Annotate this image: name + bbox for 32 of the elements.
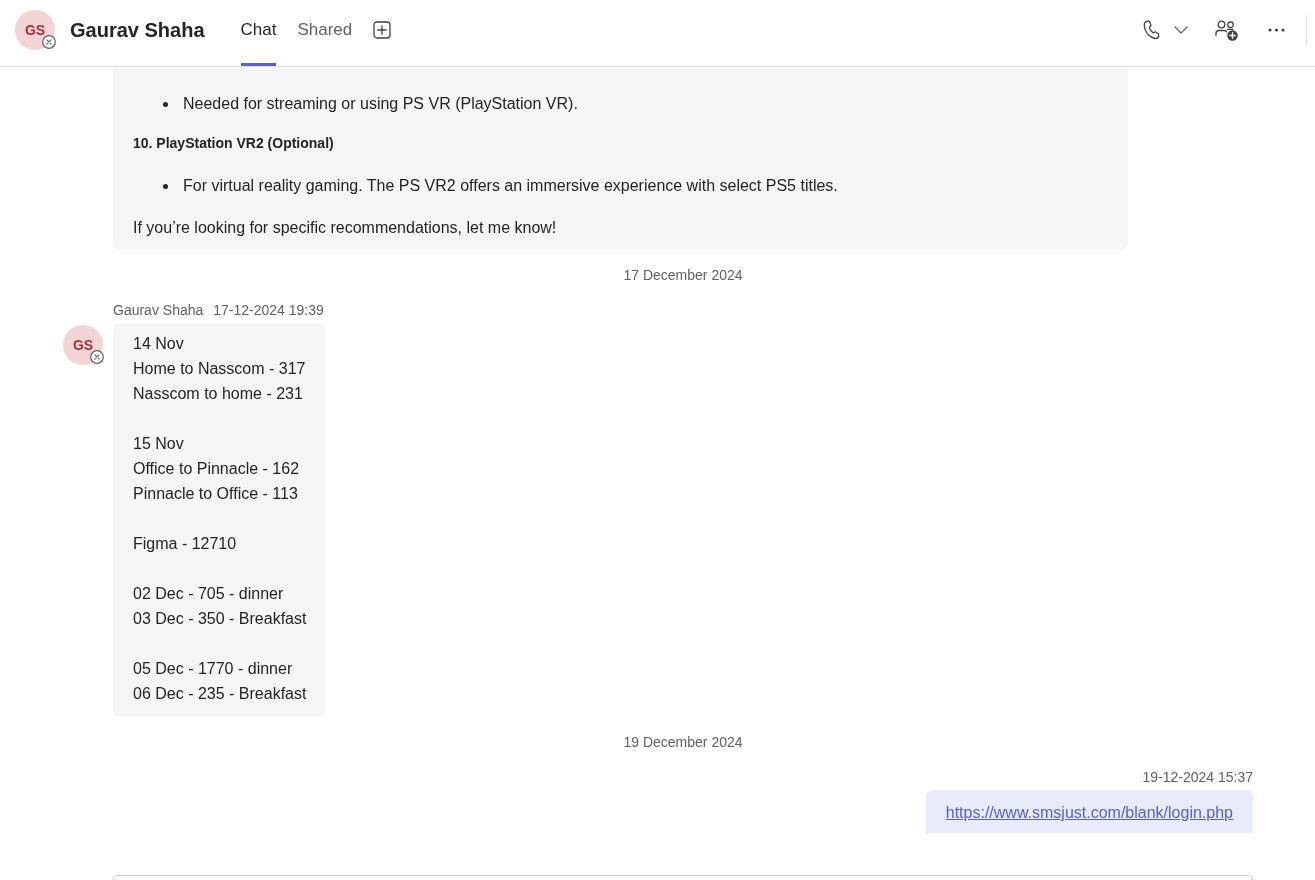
section-heading: 10. PlayStation VR2 (Optional) (133, 134, 335, 153)
more-options-button[interactable] (1268, 28, 1285, 32)
message-text: 14 Nov Home to Nasscom - 317 Nasscom to home - 231 (133, 334, 307, 404)
circled-x-icon (42, 35, 56, 49)
message-text: 15 Nov Office to Pinnacle - 162 Pinnacle to Office - 113 (133, 434, 301, 504)
list-item-text: For virtual reality gaming. The PS VR2 offers an immersive experience with select PS5 titles. (183, 176, 838, 196)
message-text: If you’re looking for specific recommendations, let me know! (133, 218, 558, 238)
plus-square-icon (373, 21, 392, 39)
ellipsis-icon (1268, 28, 1285, 32)
message-time: 19-12-2024 15:37 (1142, 768, 1253, 787)
add-tab-button[interactable] (373, 21, 392, 39)
circled-x-icon (90, 350, 104, 364)
phone-icon (1143, 20, 1161, 40)
chevron-down-icon (1174, 26, 1188, 34)
avatar: GS (15, 10, 55, 50)
date-label: 19 December 2024 (623, 733, 743, 752)
bullet-icon (163, 183, 168, 189)
message-text: Figma - 12710 (133, 534, 238, 554)
message-time: 17-12-2024 19:39 (213, 301, 324, 320)
avatar: GS (63, 325, 103, 365)
call-button[interactable] (1143, 20, 1188, 40)
list-item-text: Needed for streaming or using PS VR (PlayStation VR). (183, 94, 578, 114)
message-text: 02 Dec - 705 - dinner 03 Dec - 350 - Breakfast (133, 584, 307, 629)
sender-name: Gaurav Shaha (113, 301, 204, 320)
chat-tab[interactable]: Shared (297, 0, 353, 66)
message-link[interactable]: https://www.smsjust.com/blank/login.php (945, 804, 1233, 821)
bullet-icon (163, 101, 168, 107)
add-people-button[interactable] (1215, 19, 1238, 41)
message-text: 05 Dec - 1770 - dinner 06 Dec - 235 - Breakfast (133, 659, 307, 704)
chat-title: Gaurav Shaha (70, 18, 205, 42)
date-label: 17 December 2024 (623, 266, 743, 285)
people-plus-icon (1215, 19, 1238, 41)
